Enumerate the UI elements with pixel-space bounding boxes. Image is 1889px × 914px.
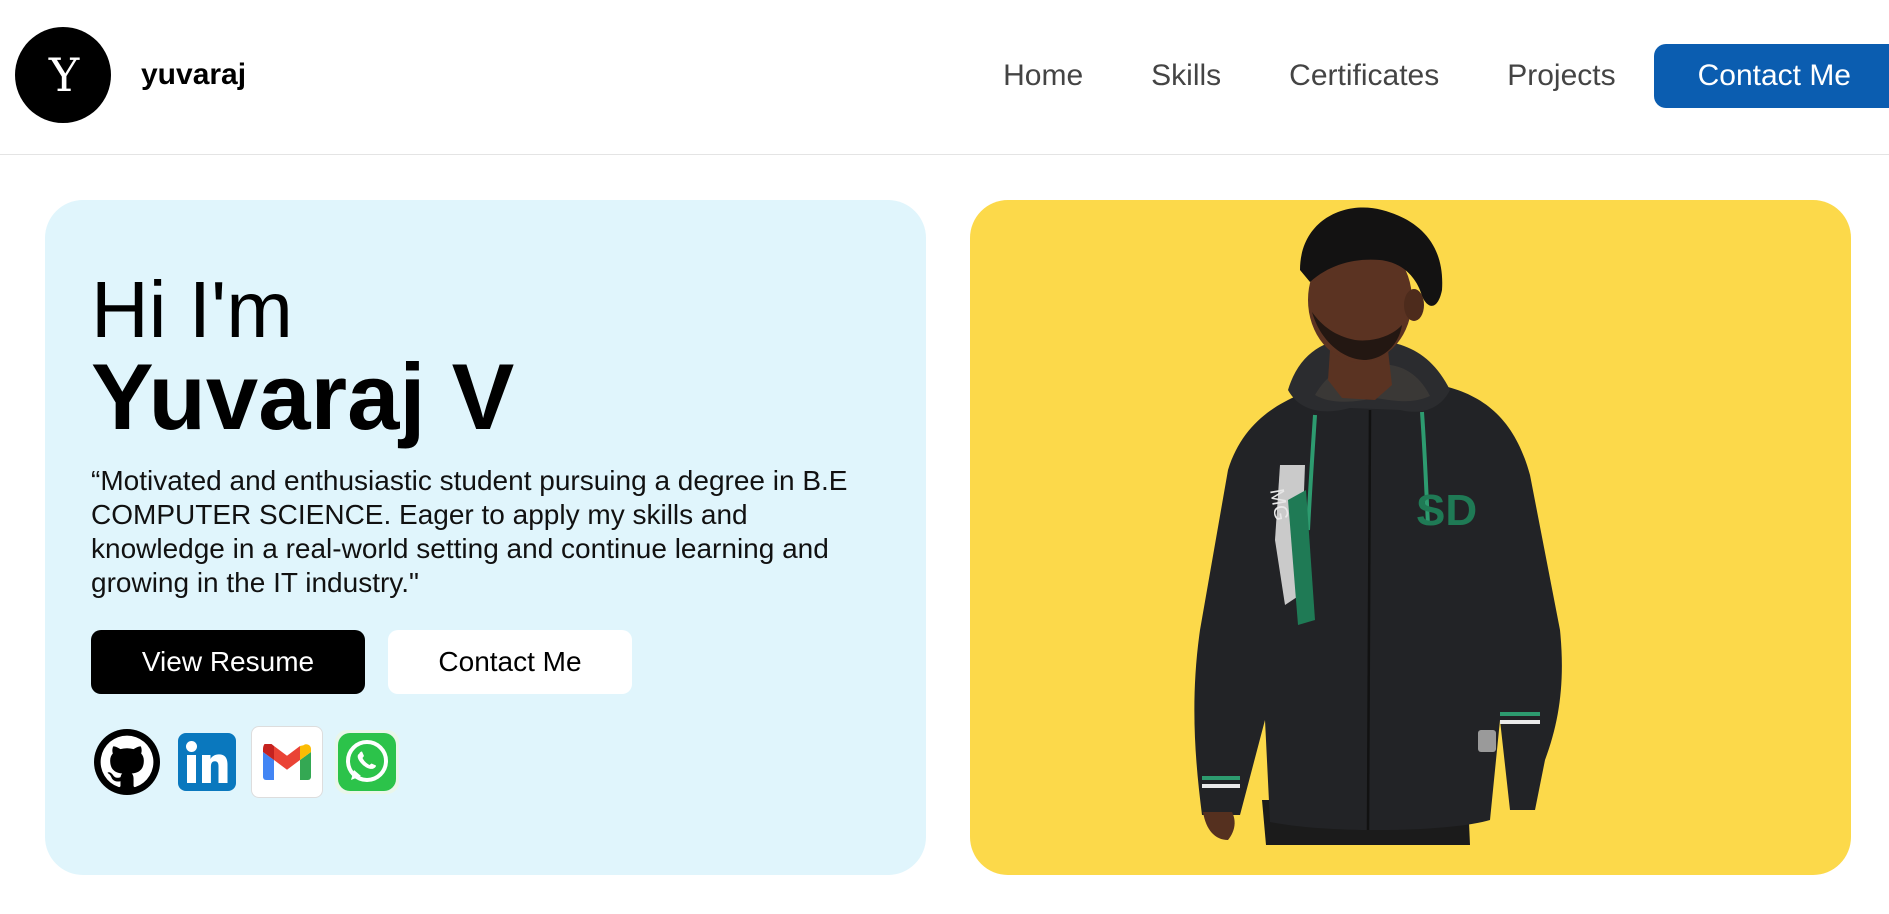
profile-photo-card: MG SD — [970, 200, 1851, 875]
whatsapp-link[interactable] — [331, 726, 403, 798]
contact-me-button[interactable]: Contact Me — [388, 630, 632, 694]
bio-text: “Motivated and enthusiastic student purs… — [91, 465, 848, 598]
whatsapp-icon — [335, 730, 399, 794]
site-header: Y yuvaraj Home Skills Certificates Proje… — [0, 0, 1889, 155]
profile-photo: MG SD — [1194, 207, 1562, 845]
hero-name: Yuvaraj V — [91, 344, 515, 449]
nav-home[interactable]: Home — [1003, 59, 1083, 93]
logo[interactable]: Y — [15, 27, 111, 123]
main-nav: Home Skills Certificates Projects Contac… — [1003, 44, 1889, 108]
nav-projects[interactable]: Projects — [1507, 59, 1615, 93]
intro-card: Hi I'm Yuvaraj V “Motivated and enthusia… — [45, 200, 926, 875]
greeting: Hi I'm — [91, 265, 293, 354]
linkedin-link[interactable] — [171, 726, 243, 798]
github-link[interactable] — [91, 726, 163, 798]
linkedin-icon — [178, 733, 236, 791]
social-links — [91, 726, 411, 798]
github-icon — [94, 729, 160, 795]
logo-letter: Y — [48, 48, 79, 102]
nav-contact-button[interactable]: Contact Me — [1653, 44, 1889, 108]
gmail-icon — [263, 744, 311, 780]
hoodie-print-right: SD — [1416, 486, 1477, 535]
gmail-link[interactable] — [251, 726, 323, 798]
nav-skills[interactable]: Skills — [1151, 59, 1221, 93]
nav-certificates[interactable]: Certificates — [1289, 59, 1439, 93]
view-resume-button[interactable]: View Resume — [91, 630, 365, 694]
brand-name: yuvaraj — [141, 58, 247, 91]
